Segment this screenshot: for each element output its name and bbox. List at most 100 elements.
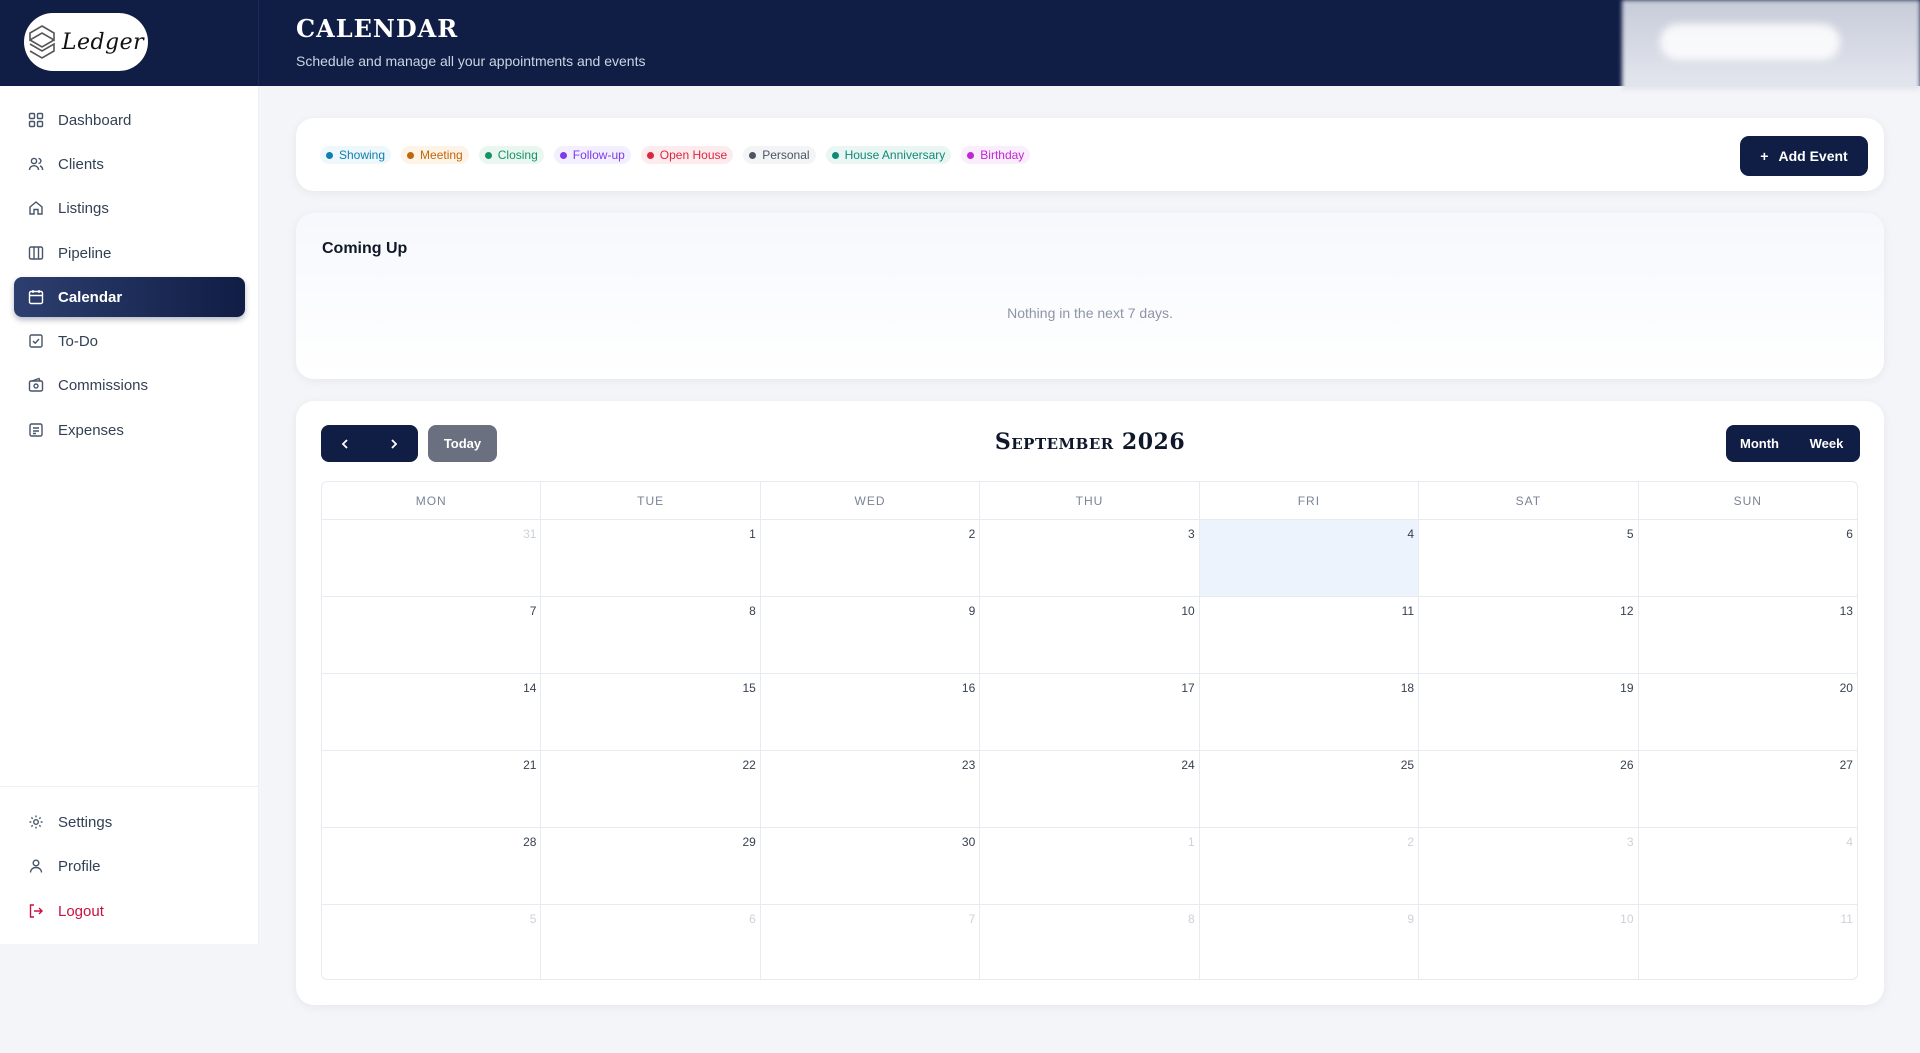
day-cell[interactable]: 3 [980, 520, 1200, 596]
day-cell[interactable]: 8 [541, 597, 761, 673]
sidebar-item-label: Calendar [58, 288, 123, 306]
day-number: 27 [1839, 758, 1853, 772]
day-of-week-label: SUN [1733, 494, 1762, 508]
sidebar-item-label: Expenses [58, 421, 124, 439]
day-cell[interactable]: 5 [322, 905, 542, 979]
sidebar-item-listings[interactable]: Listings [14, 188, 245, 228]
day-cell[interactable]: 10 [1419, 905, 1639, 979]
day-cell[interactable]: 4 [1639, 828, 1857, 904]
day-cell[interactable]: 13 [1639, 597, 1857, 673]
day-cell[interactable]: 17 [980, 674, 1200, 750]
day-number: 14 [523, 681, 537, 695]
sidebar-item-to-do[interactable]: To-Do [14, 321, 245, 361]
legend-dot-icon [559, 151, 567, 159]
month-title: September 2026 [994, 429, 1186, 455]
day-cell[interactable]: 2 [1200, 828, 1420, 904]
coming-up-empty-text: Nothing in the next 7 days. [1007, 305, 1173, 321]
sidebar-item-expenses[interactable]: Expenses [14, 410, 245, 450]
day-cell[interactable]: 8 [980, 905, 1200, 979]
day-number: 15 [742, 681, 756, 695]
legend-dot-icon [484, 151, 492, 159]
day-number: 6 [749, 912, 756, 926]
week-row: 7 8 9 10 11 12 13 [322, 597, 1857, 674]
day-cell[interactable]: 14 [322, 674, 542, 750]
sidebar-item-pipeline[interactable]: Pipeline [14, 233, 245, 273]
day-cell[interactable]: 11 [1200, 597, 1420, 673]
day-cell[interactable]: 29 [541, 828, 761, 904]
day-number: 9 [1407, 912, 1415, 926]
logo[interactable]: Ledger [24, 13, 148, 71]
coming-up-title: Coming Up [322, 240, 408, 257]
day-cell[interactable]: 1 [541, 520, 761, 596]
day-cell[interactable]: 20 [1639, 674, 1857, 750]
coming-up-card: Coming Up Nothing in the next 7 days. [296, 213, 1884, 379]
week-view-button[interactable]: Week [1793, 436, 1860, 451]
legend-label: House Anniversary [844, 148, 946, 162]
logout-icon [29, 904, 43, 918]
day-cell[interactable]: 6 [541, 905, 761, 979]
day-cell[interactable]: 22 [541, 751, 761, 827]
logo-text: Ledger [61, 29, 145, 55]
calendar-icon [28, 290, 44, 305]
legend-dot-icon [326, 151, 333, 159]
day-cell[interactable]: 28 [322, 828, 542, 904]
day-number: 26 [1620, 758, 1634, 772]
day-number: 19 [1620, 681, 1634, 695]
page-title: CALENDAR [296, 14, 459, 43]
sidebar-item-logout[interactable]: Logout [14, 891, 245, 931]
legend-label: Showing [339, 148, 386, 162]
day-cell[interactable]: 10 [980, 597, 1200, 673]
day-cell[interactable]: 26 [1419, 751, 1639, 827]
day-cell[interactable]: 12 [1419, 597, 1639, 673]
sidebar-item-dashboard[interactable]: Dashboard [14, 100, 245, 140]
day-cell[interactable]: 9 [761, 597, 981, 673]
legend-dot-icon [646, 151, 654, 159]
sidebar-item-commissions[interactable]: Commissions [14, 365, 245, 405]
sidebar-item-calendar[interactable]: Calendar [14, 277, 245, 317]
day-cell[interactable]: 24 [980, 751, 1200, 827]
legend-dot-icon [967, 151, 975, 159]
month-view-button[interactable]: Month [1726, 436, 1793, 451]
day-of-week-label: WED [761, 482, 981, 519]
day-number: 30 [961, 835, 976, 849]
day-cell[interactable]: 11 [1639, 905, 1857, 979]
add-event-button[interactable]: + Add Event [1740, 136, 1868, 176]
day-cell[interactable]: 9 [1200, 905, 1420, 979]
day-cell[interactable]: 7 [761, 905, 981, 979]
day-cell[interactable]: 7 [322, 597, 542, 673]
sidebar-item-settings[interactable]: Settings [14, 802, 245, 842]
day-of-week-label: SAT [1419, 482, 1639, 519]
day-number: 5 [529, 912, 537, 926]
day-number: 29 [742, 835, 756, 849]
logo-area: Ledger [0, 0, 259, 86]
legend-dot-icon [749, 151, 757, 159]
sidebar-item-clients[interactable]: Clients [14, 144, 245, 184]
legend-label: Open House [659, 148, 728, 162]
day-cell[interactable]: 21 [322, 751, 542, 827]
day-cell[interactable]: 16 [761, 674, 981, 750]
day-number: 4 [1846, 835, 1853, 849]
day-cell[interactable]: 6 [1639, 520, 1857, 596]
day-number: 7 [529, 604, 537, 618]
day-cell[interactable]: 1 [980, 828, 1200, 904]
day-cell[interactable]: 19 [1419, 674, 1639, 750]
view-toggle: Month Week [1726, 425, 1860, 462]
legend-item: Birthday [961, 146, 1031, 164]
day-cell[interactable]: 27 [1639, 751, 1857, 827]
day-cell[interactable]: 23 [761, 751, 981, 827]
day-cell[interactable]: 25 [1200, 751, 1420, 827]
day-cell[interactable]: 30 [761, 828, 981, 904]
day-cell[interactable]: 3 [1419, 828, 1639, 904]
columns-icon [28, 246, 44, 260]
day-number: 17 [1181, 681, 1195, 695]
week-row: 14 15 16 17 18 19 20 [322, 674, 1857, 751]
event-legend-card: Showing Meeting Closing Follow-up Open House… [296, 118, 1884, 191]
day-cell[interactable]: 31 [322, 520, 542, 596]
day-cell[interactable]: 15 [541, 674, 761, 750]
day-cell[interactable]: 2 [761, 520, 981, 596]
day-cell[interactable]: 18 [1200, 674, 1420, 750]
day-number: 2 [968, 527, 976, 541]
day-cell[interactable]: 5 [1419, 520, 1639, 596]
sidebar-item-profile[interactable]: Profile [14, 846, 245, 886]
day-cell-today[interactable]: 4 [1199, 520, 1420, 596]
